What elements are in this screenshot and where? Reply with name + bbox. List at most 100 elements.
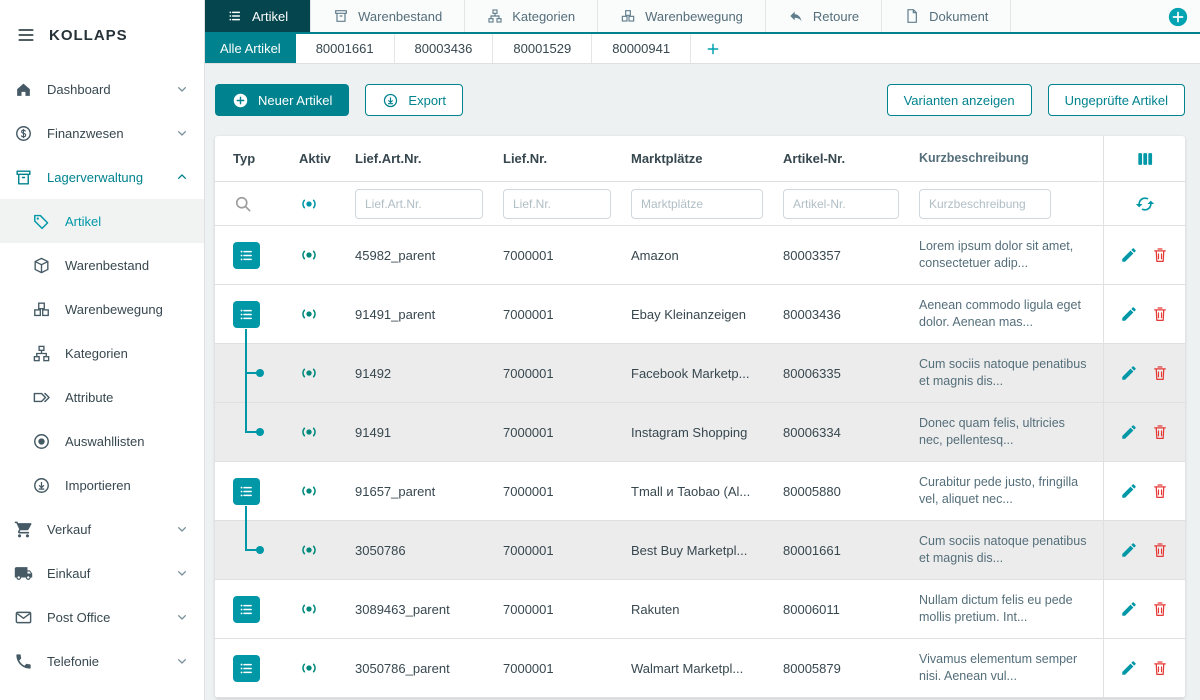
edit-icon[interactable] [1120, 659, 1138, 677]
sidebar-item-dashboard[interactable]: Dashboard [0, 67, 204, 111]
table-row-variant[interactable]: 91492 7000001 Facebook Marketp... 800063… [215, 344, 1185, 403]
table-row-variant[interactable]: 3050786 7000001 Best Buy Marketpl... 800… [215, 521, 1185, 580]
parent-article-icon[interactable] [233, 655, 260, 682]
table-row[interactable]: 3050786_parent 7000001 Walmart Marketpl.… [215, 639, 1185, 698]
sidebar-item-finanzwesen[interactable]: Finanzwesen [0, 111, 204, 155]
sidebar-item-importieren[interactable]: Importieren [0, 463, 204, 507]
delete-icon[interactable] [1151, 482, 1169, 500]
columns-settings-icon[interactable] [1135, 149, 1155, 169]
edit-icon[interactable] [1120, 423, 1138, 441]
add-tab-button[interactable] [1168, 7, 1188, 27]
delete-icon[interactable] [1151, 246, 1169, 264]
tab-retoure[interactable]: Retoure [766, 0, 882, 32]
export-button[interactable]: Export [365, 84, 463, 116]
subtab-article-80003436[interactable]: 80003436 [395, 34, 494, 63]
tab-dokument[interactable]: Dokument [882, 0, 1011, 32]
filter-typ-cell [215, 182, 287, 225]
unverified-articles-button[interactable]: Ungeprüfte Artikel [1048, 84, 1185, 116]
active-status-icon[interactable] [299, 304, 319, 324]
lief-art-nr-filter-input[interactable] [355, 189, 483, 219]
filter-lief-nr-cell [503, 189, 631, 219]
sidebar-item-label: Artikel [65, 214, 190, 229]
sitemap-icon [32, 344, 51, 363]
marktplaetze-filter-input[interactable] [631, 189, 763, 219]
active-status-icon[interactable] [299, 422, 319, 442]
tab-artikel[interactable]: Artikel [205, 0, 311, 32]
artikel-nr-cell: 80006334 [783, 425, 919, 440]
edit-icon[interactable] [1120, 541, 1138, 559]
active-filter-toggle-icon[interactable] [299, 194, 319, 214]
tab-kategorien[interactable]: Kategorien [465, 0, 598, 32]
chevron-down-icon [174, 81, 190, 97]
cart-icon [14, 520, 33, 539]
delete-icon[interactable] [1151, 600, 1169, 618]
table-row-variant[interactable]: 91491 7000001 Instagram Shopping 8000633… [215, 403, 1185, 462]
col-header-lief-art-nr[interactable]: Lief.Art.Nr. [355, 151, 503, 166]
table-row[interactable]: 91491_parent 7000001 Ebay Kleinanzeigen … [215, 285, 1185, 344]
kurzbeschreibung-cell: Curabitur pede justo, fringilla vel, ali… [919, 474, 1103, 508]
active-status-icon[interactable] [299, 481, 319, 501]
col-header-typ[interactable]: Typ [215, 136, 287, 181]
sidebar-item-auswahllisten[interactable]: Auswahllisten [0, 419, 204, 463]
kurzbeschreibung-filter-input[interactable] [919, 189, 1051, 219]
logo-row: KOLLAPS [0, 0, 204, 67]
button-label: Ungeprüfte Artikel [1065, 93, 1168, 108]
sidebar-item-warenbewegung[interactable]: Warenbewegung [0, 287, 204, 331]
edit-icon[interactable] [1120, 364, 1138, 382]
toolbar: Neuer Artikel Export Varianten anzeigen … [215, 84, 1185, 116]
table-row[interactable]: 91657_parent 7000001 Tmall и Taobao (Al.… [215, 462, 1185, 521]
artikel-nr-filter-input[interactable] [783, 189, 899, 219]
sidebar-item-post-office[interactable]: Post Office [0, 595, 204, 639]
active-status-icon[interactable] [299, 658, 319, 678]
sidebar-item-artikel[interactable]: Artikel [0, 199, 204, 243]
active-status-icon[interactable] [299, 599, 319, 619]
sidebar-item-kategorien[interactable]: Kategorien [0, 331, 204, 375]
new-article-button[interactable]: Neuer Artikel [215, 84, 349, 116]
delete-icon[interactable] [1151, 305, 1169, 323]
subtab-alle-artikel[interactable]: Alle Artikel [205, 34, 296, 63]
refresh-icon[interactable] [1135, 194, 1155, 214]
active-status-icon[interactable] [299, 245, 319, 265]
add-article-tab-icon[interactable] [705, 41, 721, 57]
parent-article-icon[interactable] [233, 596, 260, 623]
sidebar-item-einkauf[interactable]: Einkauf [0, 551, 204, 595]
lief-nr-filter-input[interactable] [503, 189, 611, 219]
subtab-article-80000941[interactable]: 80000941 [592, 34, 691, 63]
col-header-kurzbeschreibung[interactable]: Kurzbeschreibung [919, 150, 1103, 167]
subtab-article-80001661[interactable]: 80001661 [296, 34, 395, 63]
col-header-lief-nr[interactable]: Lief.Nr. [503, 151, 631, 166]
active-status-icon[interactable] [299, 363, 319, 383]
parent-article-icon[interactable] [233, 478, 260, 505]
sidebar-item-verkauf[interactable]: Verkauf [0, 507, 204, 551]
col-header-aktiv[interactable]: Aktiv [287, 151, 355, 166]
delete-icon[interactable] [1151, 364, 1169, 382]
sidebar-item-telefonie[interactable]: Telefonie [0, 639, 204, 683]
parent-article-icon[interactable] [233, 242, 260, 269]
delete-icon[interactable] [1151, 423, 1169, 441]
show-variants-button[interactable]: Varianten anzeigen [887, 84, 1032, 116]
table-row[interactable]: 3089463_parent 7000001 Rakuten 80006011 … [215, 580, 1185, 639]
delete-icon[interactable] [1151, 659, 1169, 677]
hamburger-menu-icon[interactable] [16, 25, 36, 45]
parent-article-icon[interactable] [233, 301, 260, 328]
subtab-article-80001529[interactable]: 80001529 [493, 34, 592, 63]
col-header-artikel-nr[interactable]: Artikel-Nr. [783, 151, 919, 166]
type-cell [215, 639, 287, 697]
col-header-marktplaetze[interactable]: Marktplätze [631, 151, 783, 166]
tab-warenbewegung[interactable]: Warenbewegung [598, 0, 766, 32]
delete-icon[interactable] [1151, 541, 1169, 559]
edit-icon[interactable] [1120, 600, 1138, 618]
sidebar-item-lagerverwaltung[interactable]: Lagerverwaltung [0, 155, 204, 199]
filter-row [215, 182, 1185, 226]
edit-icon[interactable] [1120, 246, 1138, 264]
edit-icon[interactable] [1120, 482, 1138, 500]
filter-aktiv-cell [287, 194, 355, 214]
tab-label: Artikel [252, 9, 288, 24]
sidebar-item-attribute[interactable]: Attribute [0, 375, 204, 419]
button-label: Export [408, 93, 446, 108]
table-row[interactable]: 45982_parent 7000001 Amazon 80003357 Lor… [215, 226, 1185, 285]
tab-warenbestand[interactable]: Warenbestand [311, 0, 465, 32]
sidebar-item-warenbestand[interactable]: Warenbestand [0, 243, 204, 287]
edit-icon[interactable] [1120, 305, 1138, 323]
active-status-icon[interactable] [299, 540, 319, 560]
